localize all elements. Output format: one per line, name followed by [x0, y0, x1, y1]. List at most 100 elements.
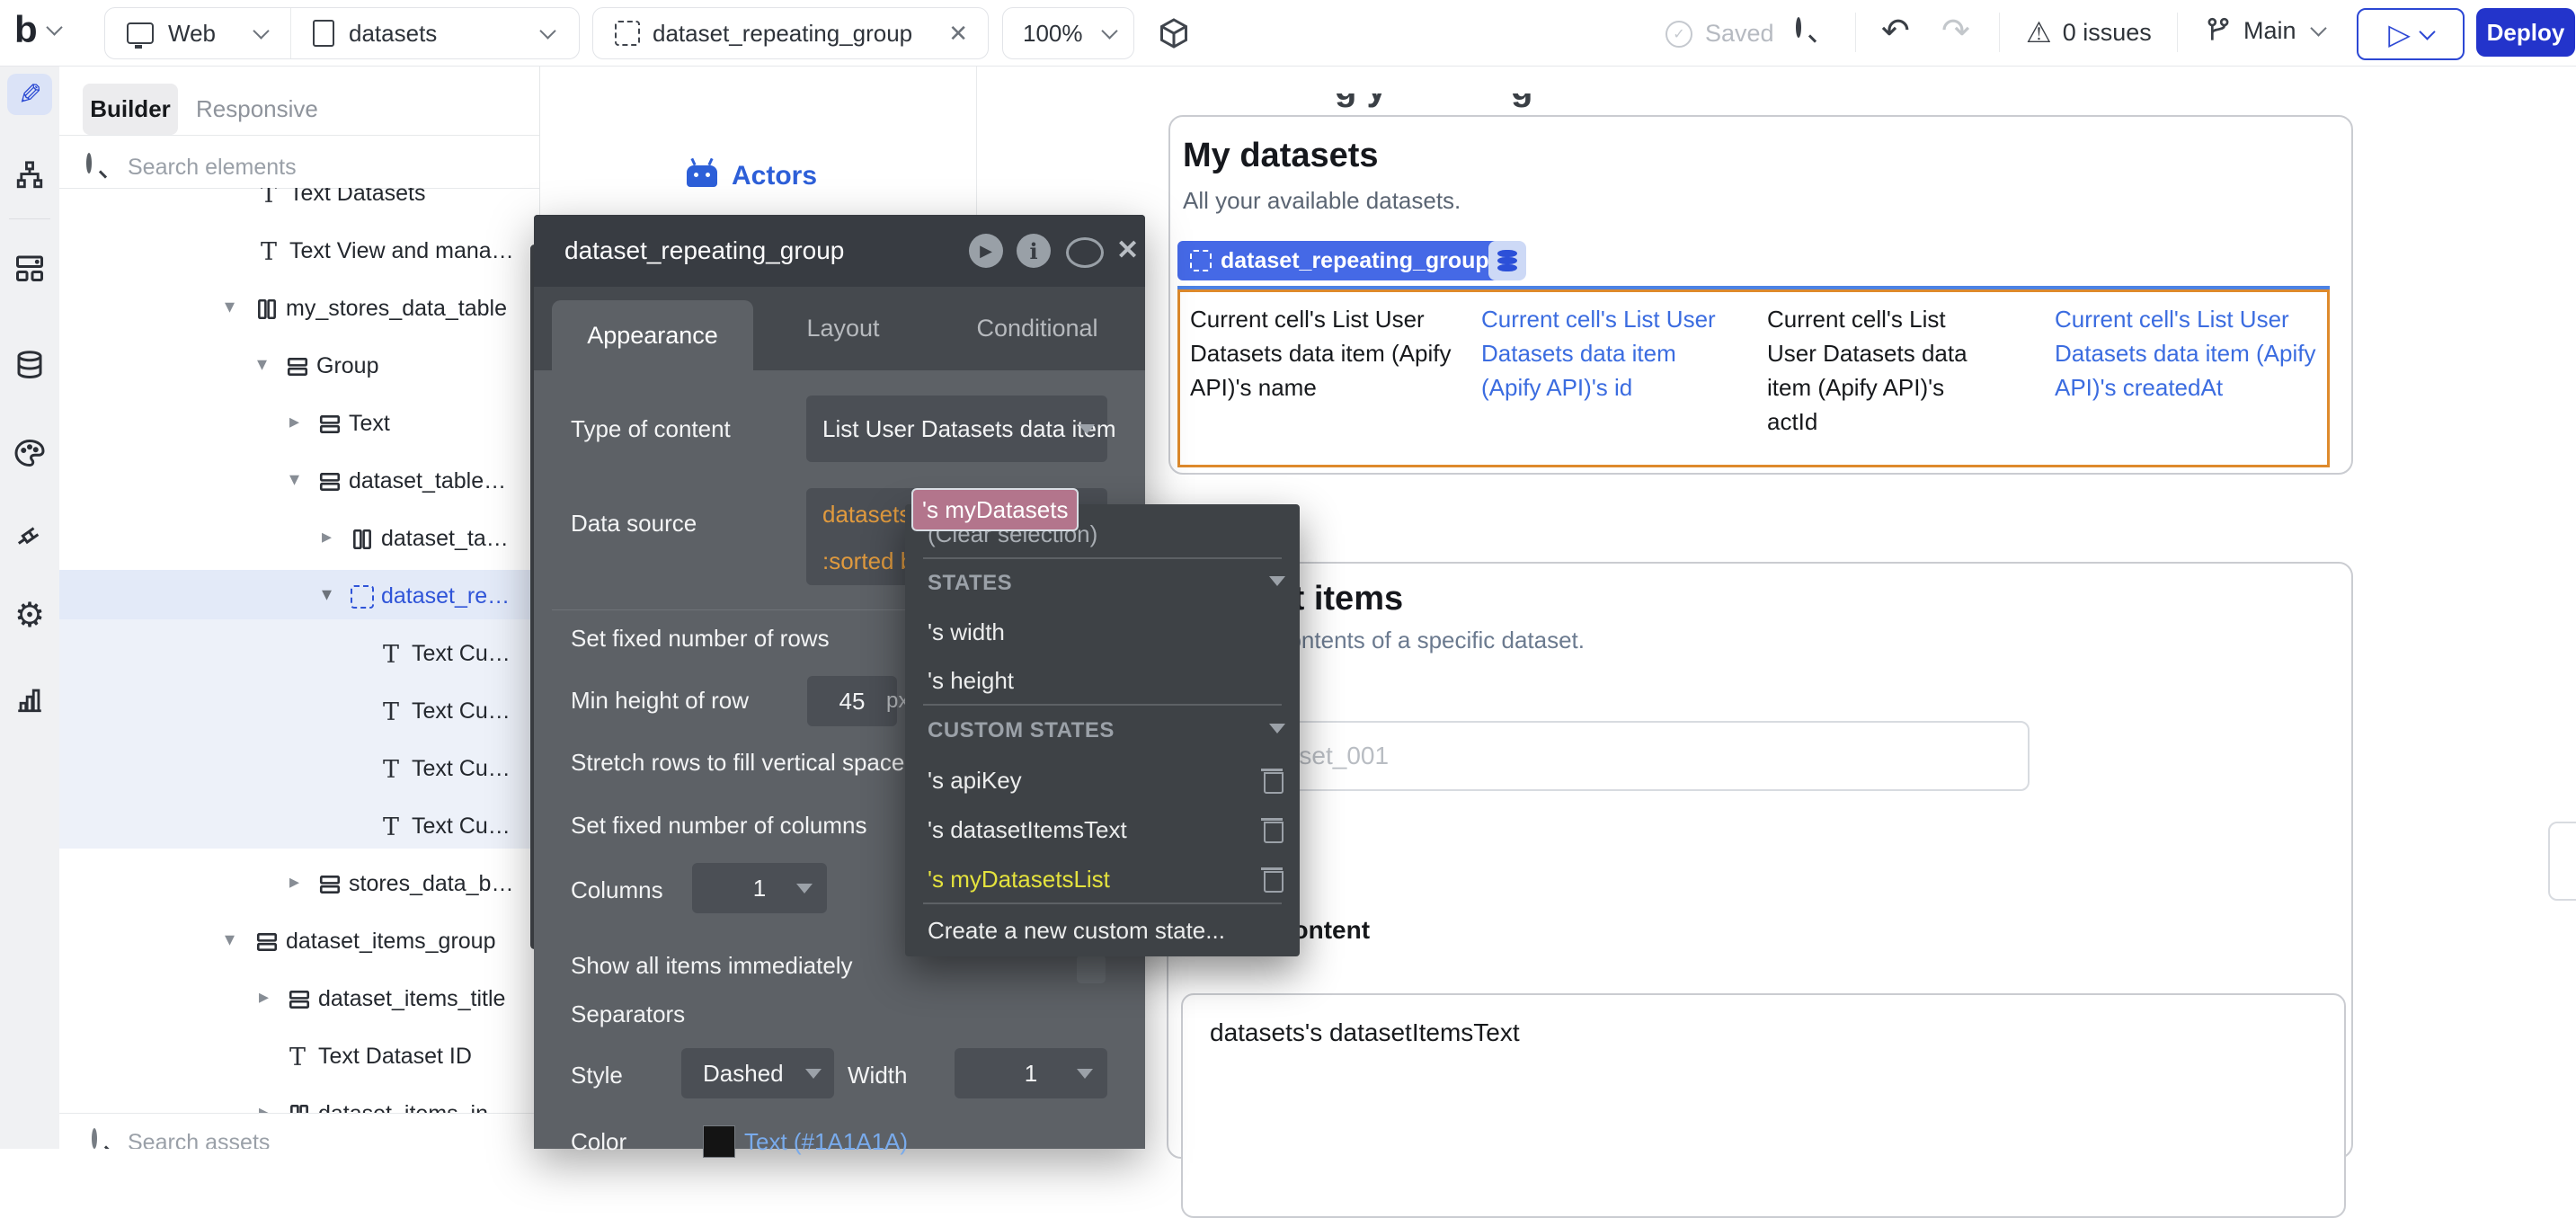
- close-icon[interactable]: ✕: [1116, 235, 1139, 266]
- rail-item-styles[interactable]: [0, 437, 59, 469]
- text-icon: T: [383, 700, 399, 725]
- tree-item-text-group[interactable]: ▸ Text: [59, 397, 539, 455]
- my-datasets-card[interactable]: My datasets All your available datasets.…: [1168, 115, 2353, 475]
- branch-select[interactable]: Main: [2204, 15, 2324, 46]
- caret-down-icon[interactable]: ▾: [225, 928, 235, 951]
- canvas-nav-item-actors[interactable]: Actors: [687, 161, 817, 191]
- preview-button[interactable]: ▷: [2357, 8, 2465, 60]
- tree-item-dataset-table[interactable]: ▾ dataset_table…: [59, 455, 539, 512]
- dataset-items-card[interactable]: Dataset items View the contents of a spe…: [1167, 562, 2353, 1159]
- tree-item-text-dataset-id[interactable]: T Text Dataset ID: [59, 1030, 539, 1088]
- element-chip[interactable]: dataset_repeating_group ✕: [592, 7, 989, 59]
- selected-element-badge[interactable]: dataset_repeating_group: [1177, 241, 1502, 280]
- caret-down-icon[interactable]: ▾: [289, 467, 299, 491]
- group-icon: [255, 930, 279, 954]
- tree-item-dataset-items-in[interactable]: ▸ dataset_items_in…: [59, 1088, 539, 1113]
- trash-icon[interactable]: [1264, 822, 1284, 843]
- separator-width-select[interactable]: 1: [955, 1048, 1107, 1098]
- search-icon[interactable]: [1796, 17, 1801, 38]
- dataset-id-input[interactable]: [1181, 721, 2030, 791]
- tree-item-dataset-items-title[interactable]: ▸ dataset_items_title: [59, 973, 539, 1030]
- caret-down-icon[interactable]: ▾: [257, 352, 267, 376]
- caret-right-icon[interactable]: ▸: [259, 985, 269, 1009]
- issues-indicator[interactable]: ⚠ 0 issues: [2026, 15, 2152, 49]
- tree-item-text-cu-3[interactable]: T Text Cu…: [59, 742, 539, 800]
- deploy-button[interactable]: Deploy: [2476, 8, 2575, 57]
- chevron-down-icon[interactable]: [539, 22, 555, 39]
- caret-right-icon[interactable]: ▸: [289, 870, 299, 893]
- search-elements-input[interactable]: [126, 154, 471, 182]
- rail-item-plugins[interactable]: [0, 520, 59, 552]
- custom-states-section-header[interactable]: CUSTOM STATES: [928, 718, 1115, 743]
- caret-down-icon[interactable]: ▾: [225, 295, 235, 318]
- dataset-content-box[interactable]: datasets's datasetItemsText: [1181, 993, 2346, 1218]
- tab-appearance[interactable]: Appearance: [552, 300, 753, 370]
- rail-item-components[interactable]: [0, 252, 59, 284]
- info-button[interactable]: i: [1017, 234, 1051, 268]
- separator-style-select[interactable]: Dashed: [681, 1048, 834, 1098]
- tree-item-dataset-items-group[interactable]: ▾ dataset_items_group: [59, 915, 539, 973]
- redo-icon[interactable]: ↷: [1941, 11, 1970, 51]
- tab-layout[interactable]: Layout: [771, 287, 915, 370]
- tree-item-text-cu-1[interactable]: T Text Cu…: [59, 627, 539, 685]
- state-datasetitemstext-item[interactable]: 's datasetItemsText: [928, 816, 1127, 844]
- show-all-items-checkbox[interactable]: [1077, 955, 1106, 983]
- tree-item-stores-data-b[interactable]: ▸ stores_data_b…: [59, 858, 539, 915]
- palette-icon: [13, 437, 46, 469]
- color-swatch[interactable]: [703, 1125, 735, 1158]
- repeating-group-icon: [615, 21, 640, 46]
- state-mydatasetslist-item[interactable]: 's myDatasetsList: [928, 866, 1110, 893]
- columns-select[interactable]: 1: [692, 863, 827, 913]
- panel-header[interactable]: dataset_repeating_group ▶ i ✕: [534, 215, 1145, 287]
- data-source-chip[interactable]: [1488, 241, 1526, 280]
- trash-icon[interactable]: [1264, 772, 1284, 794]
- page-select[interactable]: datasets: [349, 20, 437, 48]
- trash-icon[interactable]: [1264, 871, 1284, 893]
- state-apikey-item[interactable]: 's apiKey: [928, 767, 1022, 795]
- rail-item-design[interactable]: ✎: [7, 74, 52, 115]
- download-csv-button[interactable]: Download as CSV: [2548, 822, 2576, 901]
- platform-select[interactable]: Web: [168, 20, 216, 48]
- caret-right-icon[interactable]: ▸: [289, 410, 299, 433]
- cell-createdat[interactable]: Current cell's List User Datasets data i…: [2055, 302, 2330, 405]
- bubble-logo[interactable]: b: [14, 11, 60, 49]
- tree-item-group[interactable]: ▾ Group: [59, 340, 539, 397]
- state-height-item[interactable]: 's height: [928, 667, 1014, 695]
- type-of-content-select[interactable]: List User Datasets data item: [806, 396, 1107, 462]
- expression-token-my-datasets[interactable]: 's myDatasets: [911, 488, 1079, 531]
- caret-down-icon[interactable]: ▾: [322, 582, 332, 606]
- search-assets-input[interactable]: [126, 1129, 471, 1149]
- rail-item-settings[interactable]: ⚙: [0, 599, 59, 633]
- undo-icon[interactable]: ↶: [1881, 11, 1910, 51]
- cell-actid[interactable]: Current cell's List User Datasets data i…: [1767, 302, 1999, 439]
- caret-right-icon[interactable]: ▸: [259, 1100, 269, 1113]
- chevron-down-icon[interactable]: [253, 22, 269, 39]
- cell-name[interactable]: Current cell's List User Datasets data i…: [1190, 302, 1465, 405]
- state-width-item[interactable]: 's width: [928, 618, 1005, 646]
- caret-right-icon[interactable]: ▸: [322, 525, 332, 548]
- preview-element-button[interactable]: ▶: [969, 234, 1003, 268]
- tree-item-dataset-ta[interactable]: ▸ dataset_ta…: [59, 512, 539, 570]
- comment-button[interactable]: [1066, 237, 1104, 268]
- tree-item-text-cu-2[interactable]: T Text Cu…: [59, 685, 539, 742]
- tab-responsive[interactable]: Responsive: [196, 95, 318, 123]
- tab-conditional[interactable]: Conditional: [947, 287, 1127, 370]
- tree-item-my-stores-data-table[interactable]: ▾ my_stores_data_table: [59, 282, 539, 340]
- rail-item-logs[interactable]: [0, 684, 59, 715]
- tree-item-dataset-repeating-group-selected[interactable]: ▾ dataset_re…: [59, 570, 539, 627]
- zoom-select[interactable]: 100%: [1002, 7, 1134, 59]
- min-height-input[interactable]: [807, 676, 897, 726]
- rail-item-workflow[interactable]: [0, 160, 59, 191]
- cell-id[interactable]: Current cell's List User Datasets data i…: [1481, 302, 1738, 405]
- tab-builder[interactable]: Builder: [83, 84, 178, 135]
- create-custom-state-item[interactable]: Create a new custom state...: [928, 917, 1225, 945]
- tree-item-text-cu-4[interactable]: T Text Cu…: [59, 800, 539, 858]
- color-value-link[interactable]: Text (#1A1A1A): [744, 1128, 908, 1156]
- states-section-header[interactable]: STATES: [928, 571, 1012, 596]
- tree-item-text-datasets[interactable]: T Text Datasets: [59, 188, 539, 225]
- rail-item-data[interactable]: [0, 349, 59, 381]
- close-icon[interactable]: ✕: [948, 20, 968, 48]
- actors-label: Actors: [732, 161, 817, 191]
- component-cube-icon[interactable]: [1158, 17, 1190, 49]
- tree-item-text-view[interactable]: T Text View and mana…: [59, 225, 539, 282]
